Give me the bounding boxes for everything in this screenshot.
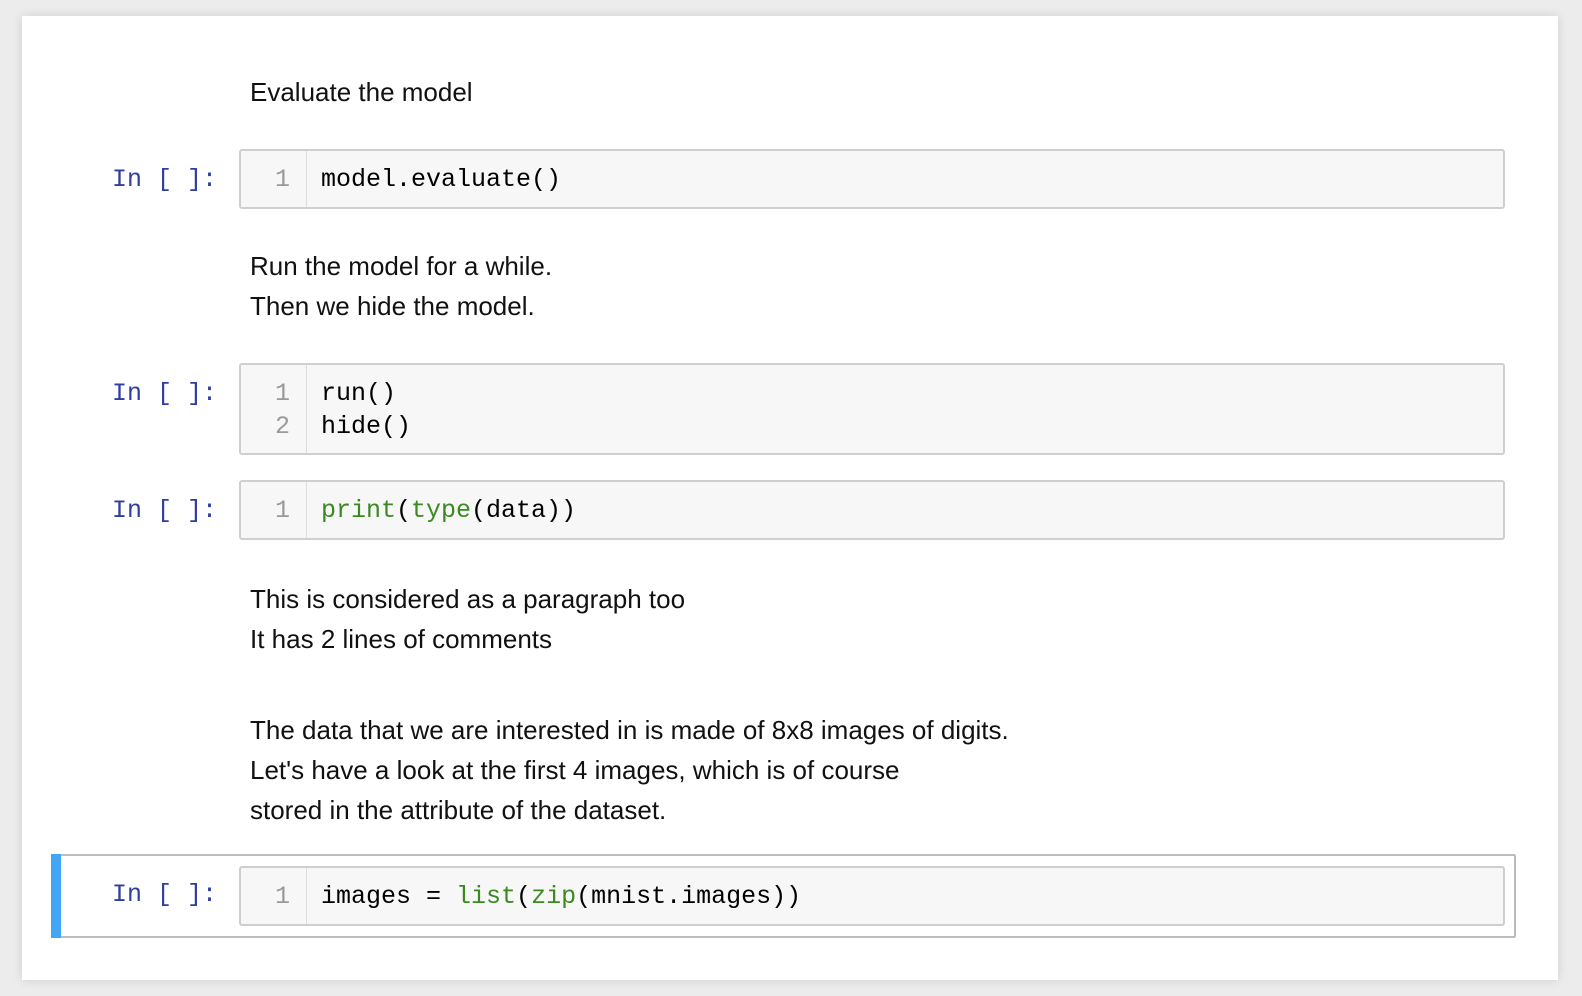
code-line: images = list(zip(mnist.images)) [321, 882, 801, 911]
markdown-line: Let's have a look at the first 4 images,… [250, 755, 900, 785]
builtin-token: list [456, 882, 517, 911]
code-editor[interactable]: 1 model.evaluate() [239, 149, 1505, 209]
markdown-cell[interactable]: Evaluate the model [250, 72, 473, 112]
code-token: (mnist.images)) [576, 882, 802, 911]
markdown-line: It has 2 lines of comments [250, 624, 553, 654]
line-number: 2 [274, 412, 290, 441]
markdown-cell[interactable]: The data that we are interested in is ma… [250, 710, 1009, 830]
code-line: model.evaluate() [321, 165, 562, 194]
markdown-line: The data that we are interested in is ma… [250, 715, 1009, 745]
line-number: 1 [274, 882, 290, 911]
code-token: ( [396, 496, 412, 525]
builtin-token: print [321, 496, 397, 525]
line-number-gutter: 1 [241, 151, 307, 207]
code-editor[interactable]: 1 print(type(data)) [239, 480, 1505, 540]
markdown-cell[interactable]: This is considered as a paragraph too It… [250, 579, 685, 659]
code-editor[interactable]: 1 images = list(zip(mnist.images)) [239, 866, 1505, 926]
line-number: 1 [274, 165, 290, 194]
selected-cell-indicator [51, 854, 61, 938]
markdown-line: stored in the attribute of the dataset. [250, 795, 667, 825]
code-token: images = [321, 882, 457, 911]
line-number-gutter: 1 2 [241, 365, 307, 453]
input-prompt: In [ ]: [112, 880, 218, 909]
code-line: print(type(data)) [321, 496, 576, 525]
builtin-token: zip [531, 882, 577, 911]
code-editor[interactable]: 1 2 run() hide() [239, 363, 1505, 455]
code-line: hide() [321, 412, 412, 441]
builtin-token: type [411, 496, 472, 525]
markdown-line: Then we hide the model. [250, 291, 535, 321]
markdown-line: Evaluate the model [250, 77, 473, 107]
line-number: 1 [274, 496, 290, 525]
line-number-gutter: 1 [241, 868, 307, 924]
code-token: ( [516, 882, 532, 911]
input-prompt: In [ ]: [112, 379, 218, 408]
markdown-line: This is considered as a paragraph too [250, 584, 686, 614]
line-number-gutter: 1 [241, 482, 307, 538]
input-prompt: In [ ]: [112, 496, 218, 525]
markdown-line: Run the model for a while. [250, 251, 553, 281]
code-line: run() [321, 379, 397, 408]
code-token: (data)) [471, 496, 577, 525]
input-prompt: In [ ]: [112, 165, 218, 194]
notebook-container: Evaluate the model In [ ]: 1 model.evalu… [22, 16, 1558, 980]
markdown-cell[interactable]: Run the model for a while. Then we hide … [250, 246, 552, 326]
line-number: 1 [274, 379, 290, 408]
